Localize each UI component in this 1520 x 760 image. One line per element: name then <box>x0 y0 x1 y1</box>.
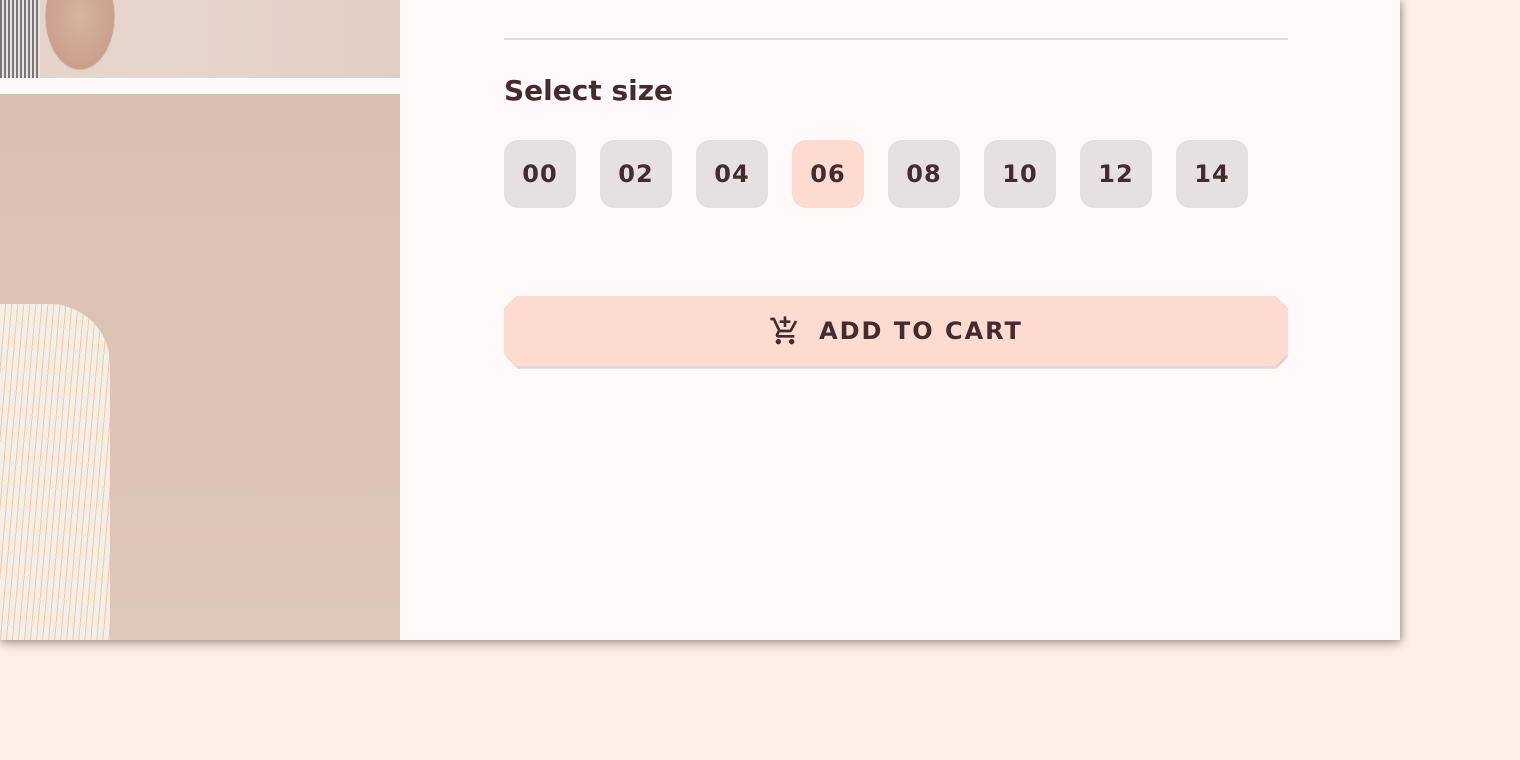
product-gallery <box>0 0 400 640</box>
add-to-cart-button[interactable]: ADD TO CART <box>504 296 1288 366</box>
product-photo-main[interactable] <box>0 94 400 640</box>
size-option[interactable]: 08 <box>888 140 960 208</box>
size-option[interactable]: 02 <box>600 140 672 208</box>
size-selector: 00 02 04 06 08 10 12 14 <box>504 140 1248 208</box>
section-divider <box>504 38 1288 40</box>
size-option[interactable]: 14 <box>1176 140 1248 208</box>
add-to-cart-label: ADD TO CART <box>819 317 1023 345</box>
size-option[interactable]: 10 <box>984 140 1056 208</box>
product-card: Select size 00 02 04 06 08 10 12 14 ADD … <box>0 0 1400 640</box>
size-option[interactable]: 12 <box>1080 140 1152 208</box>
size-option-selected[interactable]: 06 <box>792 140 864 208</box>
size-option[interactable]: 00 <box>504 140 576 208</box>
add-shopping-cart-icon <box>769 315 801 347</box>
size-option[interactable]: 04 <box>696 140 768 208</box>
product-photo-top[interactable] <box>0 0 400 78</box>
size-section-title: Select size <box>504 74 674 107</box>
